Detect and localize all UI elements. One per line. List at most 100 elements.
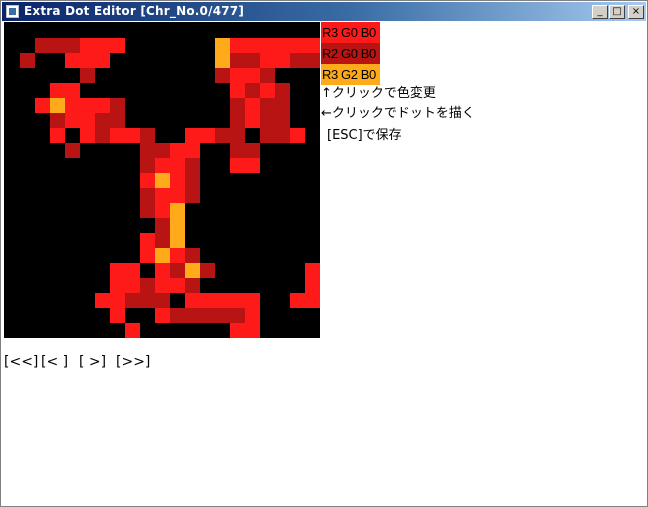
dot-cell[interactable] (230, 68, 245, 83)
dot-cell[interactable] (170, 188, 185, 203)
dot-cell[interactable] (305, 38, 320, 53)
title-bar[interactable]: Extra Dot Editor [Chr_No.0/477] _ □ × (2, 2, 646, 21)
dot-cell[interactable] (185, 143, 200, 158)
dot-cell[interactable] (140, 158, 155, 173)
dot-cell[interactable] (140, 233, 155, 248)
dot-cell[interactable] (170, 233, 185, 248)
dot-cell[interactable] (185, 293, 200, 308)
dot-cell[interactable] (95, 113, 110, 128)
dot-cell[interactable] (170, 203, 185, 218)
dot-cell[interactable] (230, 53, 245, 68)
dot-cell[interactable] (50, 128, 65, 143)
dot-cell[interactable] (185, 248, 200, 263)
dot-cell[interactable] (65, 143, 80, 158)
dot-cell[interactable] (230, 308, 245, 323)
dot-cell[interactable] (65, 113, 80, 128)
dot-cell[interactable] (140, 173, 155, 188)
dot-cell[interactable] (110, 293, 125, 308)
dot-cell[interactable] (110, 98, 125, 113)
dot-cell[interactable] (155, 188, 170, 203)
dot-cell[interactable] (155, 158, 170, 173)
dot-cell[interactable] (110, 113, 125, 128)
dot-cell[interactable] (305, 293, 320, 308)
dot-cell[interactable] (275, 128, 290, 143)
last-chr-button[interactable]: [>>] (116, 354, 150, 370)
dot-cell[interactable] (260, 68, 275, 83)
dot-cell[interactable] (155, 278, 170, 293)
dot-cell[interactable] (305, 278, 320, 293)
dot-cell[interactable] (215, 68, 230, 83)
dot-cell[interactable] (305, 263, 320, 278)
dot-cell[interactable] (95, 38, 110, 53)
dot-cell[interactable] (230, 143, 245, 158)
dot-cell[interactable] (290, 38, 305, 53)
dot-cell[interactable] (140, 188, 155, 203)
dot-cell[interactable] (170, 263, 185, 278)
dot-cell[interactable] (215, 308, 230, 323)
dot-cell[interactable] (170, 218, 185, 233)
dot-cell[interactable] (185, 263, 200, 278)
dot-cell[interactable] (80, 38, 95, 53)
dot-cell[interactable] (245, 68, 260, 83)
dot-cell[interactable] (185, 128, 200, 143)
dot-cell[interactable] (155, 218, 170, 233)
dot-cell[interactable] (140, 203, 155, 218)
dot-cell[interactable] (65, 98, 80, 113)
dot-canvas[interactable] (4, 22, 320, 338)
dot-cell[interactable] (275, 53, 290, 68)
dot-cell[interactable] (125, 293, 140, 308)
dot-cell[interactable] (215, 38, 230, 53)
dot-cell[interactable] (80, 113, 95, 128)
dot-cell[interactable] (65, 53, 80, 68)
palette-swatch-dark-red[interactable]: R2 G0 B0 (321, 43, 380, 64)
dot-cell[interactable] (170, 158, 185, 173)
dot-cell[interactable] (155, 173, 170, 188)
dot-cell[interactable] (110, 263, 125, 278)
dot-cell[interactable] (35, 98, 50, 113)
dot-cell[interactable] (80, 68, 95, 83)
dot-cell[interactable] (170, 143, 185, 158)
dot-cell[interactable] (140, 248, 155, 263)
dot-cell[interactable] (245, 53, 260, 68)
dot-cell[interactable] (275, 38, 290, 53)
dot-cell[interactable] (185, 278, 200, 293)
dot-cell[interactable] (245, 98, 260, 113)
dot-cell[interactable] (230, 98, 245, 113)
dot-cell[interactable] (185, 173, 200, 188)
dot-cell[interactable] (95, 53, 110, 68)
dot-cell[interactable] (290, 53, 305, 68)
dot-cell[interactable] (20, 53, 35, 68)
dot-cell[interactable] (155, 263, 170, 278)
dot-cell[interactable] (245, 83, 260, 98)
dot-cell[interactable] (245, 323, 260, 338)
dot-cell[interactable] (155, 203, 170, 218)
palette-swatch-red[interactable]: R3 G0 B0 (321, 22, 380, 43)
dot-cell[interactable] (155, 293, 170, 308)
dot-cell[interactable] (185, 158, 200, 173)
dot-cell[interactable] (140, 278, 155, 293)
dot-cell[interactable] (155, 233, 170, 248)
dot-cell[interactable] (230, 293, 245, 308)
dot-cell[interactable] (155, 308, 170, 323)
dot-cell[interactable] (110, 128, 125, 143)
dot-cell[interactable] (185, 308, 200, 323)
dot-cell[interactable] (215, 128, 230, 143)
dot-cell[interactable] (260, 38, 275, 53)
dot-cell[interactable] (230, 128, 245, 143)
dot-cell[interactable] (50, 38, 65, 53)
dot-cell[interactable] (215, 53, 230, 68)
dot-cell[interactable] (230, 323, 245, 338)
dot-cell[interactable] (290, 293, 305, 308)
dot-cell[interactable] (140, 128, 155, 143)
dot-cell[interactable] (185, 188, 200, 203)
first-chr-button[interactable]: [<<] (4, 354, 38, 370)
dot-cell[interactable] (245, 158, 260, 173)
dot-cell[interactable] (215, 293, 230, 308)
dot-cell[interactable] (260, 53, 275, 68)
dot-cell[interactable] (170, 173, 185, 188)
dot-cell[interactable] (170, 248, 185, 263)
dot-cell[interactable] (80, 53, 95, 68)
dot-cell[interactable] (275, 83, 290, 98)
dot-cell[interactable] (200, 263, 215, 278)
dot-cell[interactable] (275, 98, 290, 113)
